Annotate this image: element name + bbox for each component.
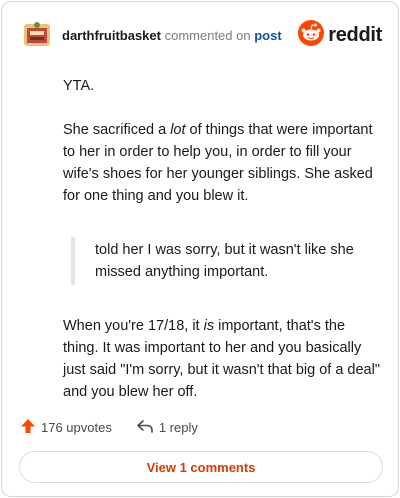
- view-comments-button[interactable]: View 1 comments: [19, 451, 383, 483]
- reply-button[interactable]: 1 reply: [136, 418, 198, 437]
- reddit-logo[interactable]: reddit: [298, 19, 382, 51]
- upvote-count: 176 upvotes: [41, 419, 112, 435]
- upvote-arrow-icon: [20, 418, 41, 437]
- comment-meta: darthfruitbasket commented on post: [62, 28, 282, 43]
- comment-paragraph: When you're 17/18, it is important, that…: [63, 315, 383, 403]
- username-link[interactable]: darthfruitbasket: [62, 28, 161, 43]
- comment-paragraph: She sacrificed a lot of things that were…: [63, 119, 383, 207]
- reply-arrow-icon: [136, 418, 159, 437]
- user-avatar[interactable]: [22, 20, 52, 50]
- comment-actions: 176 upvotes 1 reply: [20, 416, 222, 438]
- reddit-wordmark: reddit: [328, 23, 382, 46]
- reddit-snoo-icon: [298, 19, 325, 51]
- comment-card: darthfruitbasket commented on post reddi…: [1, 1, 399, 497]
- comment-paragraph: YTA.: [63, 78, 95, 94]
- emphasis-text: is: [203, 318, 215, 334]
- emphasis-text: lot: [170, 122, 186, 138]
- text-span: When you're 17/18, it: [63, 318, 204, 334]
- post-link[interactable]: post: [254, 28, 281, 43]
- comment-body: YTA. She sacrificed a lot of things that…: [63, 75, 383, 425]
- reply-count: 1 reply: [158, 419, 198, 435]
- blockquote: told her I was sorry, but it wasn't like…: [71, 237, 383, 285]
- upvote-button[interactable]: 176 upvotes: [20, 418, 112, 437]
- commented-on-text: commented on: [164, 28, 251, 43]
- comment-header: darthfruitbasket commented on post reddi…: [22, 19, 382, 52]
- text-span: She sacrificed a: [63, 122, 171, 138]
